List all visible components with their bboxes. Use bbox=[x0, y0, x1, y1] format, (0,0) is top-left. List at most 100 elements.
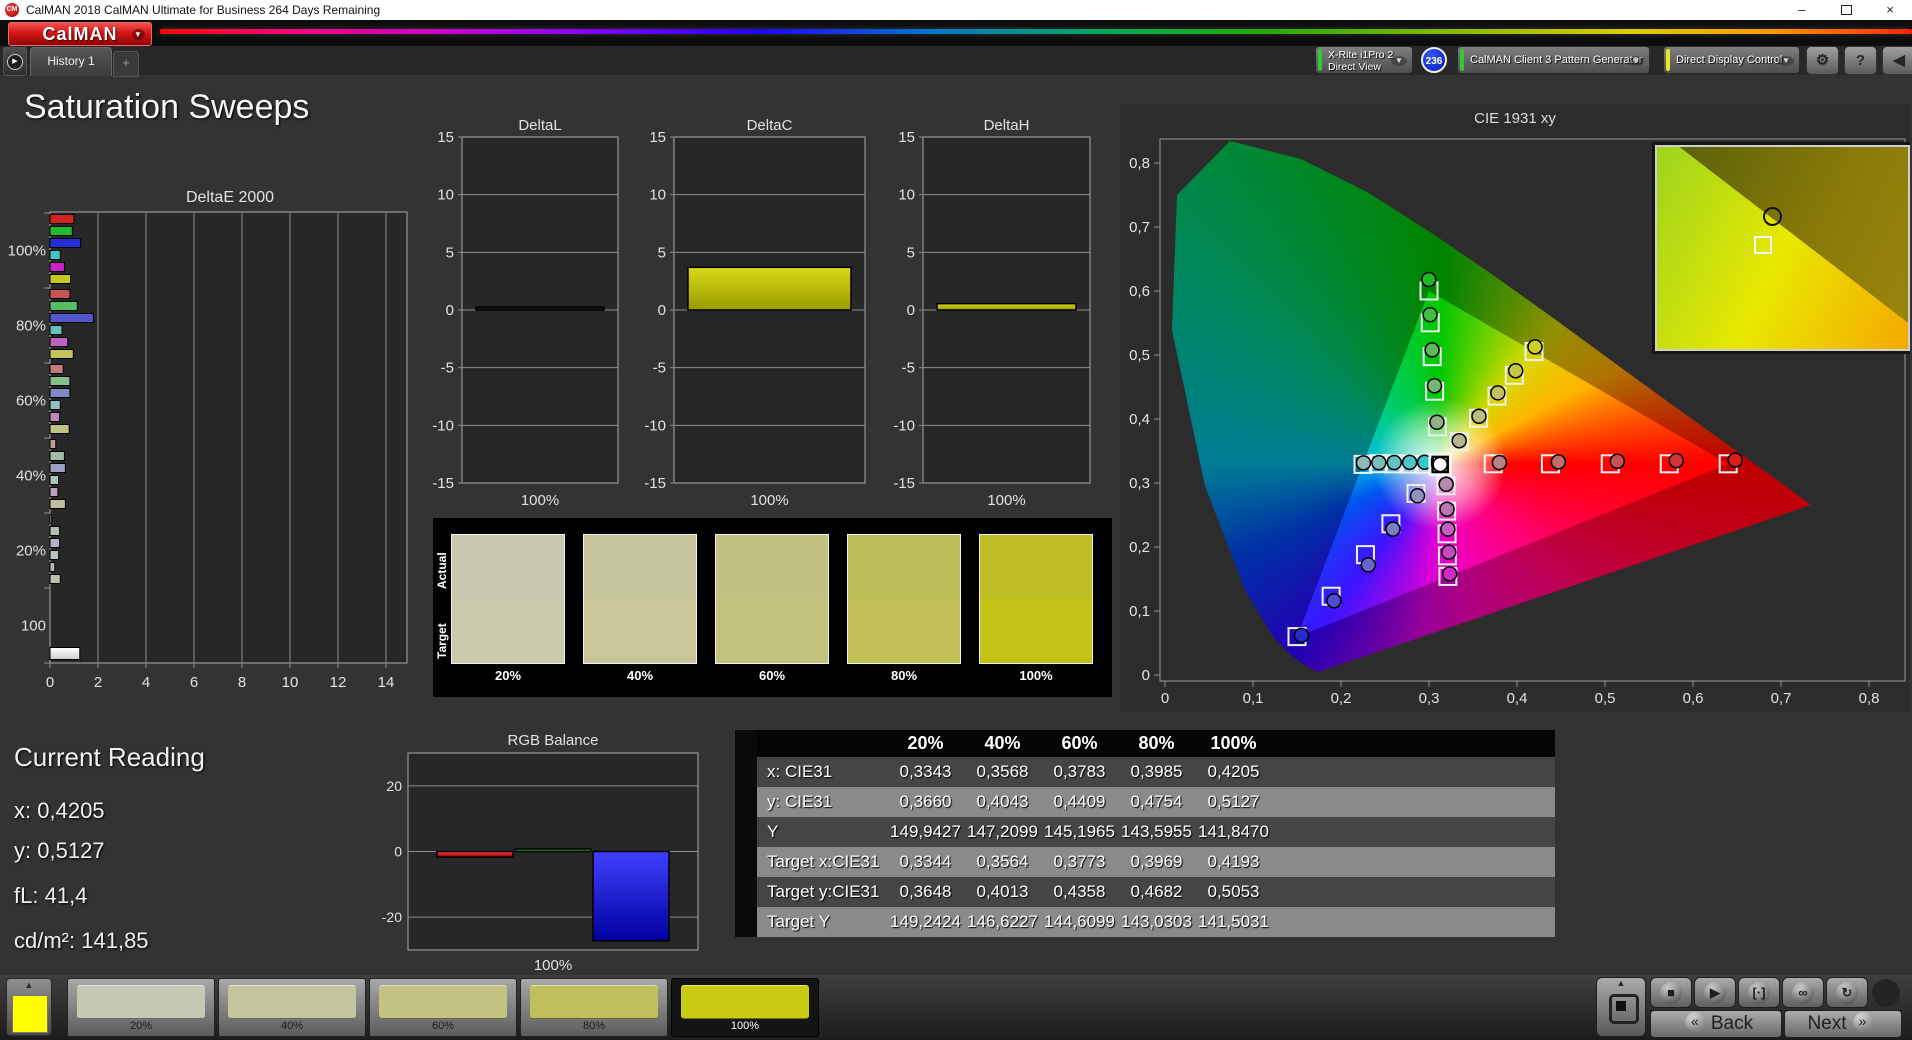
svg-text:80%: 80% bbox=[16, 318, 46, 335]
inset-measured-point bbox=[1763, 207, 1782, 226]
table-row: Target Y 149,2424 146,6227 144,6099 143,0303… bbox=[735, 907, 1555, 937]
swatch-level-label: 40% bbox=[626, 668, 654, 683]
pattern-indicator[interactable]: ▲ bbox=[6, 978, 52, 1036]
help-icon[interactable]: ? bbox=[1844, 46, 1877, 75]
svg-text:0,6: 0,6 bbox=[1683, 690, 1704, 707]
pattern-generator-name: CalMAN Client 3 Pattern Generator bbox=[1470, 54, 1643, 66]
tab-history-1[interactable]: History 1 bbox=[30, 47, 112, 76]
continuous-button[interactable]: ∞ bbox=[1782, 977, 1824, 1008]
gear-icon[interactable]: ⚙ bbox=[1806, 46, 1839, 75]
deltah-chart: DeltaH 15 10 5 0 -5 -10 -15 100% bbox=[893, 117, 1091, 509]
pattern-button-80%[interactable]: 80% bbox=[520, 978, 668, 1037]
row-label: Y bbox=[767, 822, 779, 841]
meter-dropdown[interactable]: X-Rite i1Pro 2 Direct View ▼ bbox=[1315, 46, 1413, 74]
display-control-dropdown[interactable]: Direct Display Control ▼ bbox=[1663, 46, 1800, 74]
pattern-window-toggle[interactable]: ▲ bbox=[1596, 977, 1646, 1037]
maximize-icon[interactable] bbox=[1824, 0, 1868, 20]
table-cell: 0,3344 bbox=[899, 852, 952, 871]
add-tab-button[interactable]: + bbox=[113, 51, 139, 77]
next-button[interactable]: Next» bbox=[1784, 1010, 1902, 1038]
tab-scroll-button[interactable]: ▶ bbox=[3, 47, 27, 76]
svg-text:10: 10 bbox=[282, 674, 299, 691]
svg-text:0,4: 0,4 bbox=[1129, 411, 1150, 428]
play-button[interactable]: ▶ bbox=[1694, 977, 1736, 1008]
svg-text:5: 5 bbox=[907, 244, 915, 261]
window-title: CalMAN 2018 CalMAN Ultimate for Business… bbox=[26, 3, 381, 17]
pattern-button-20%[interactable]: 20% bbox=[67, 978, 215, 1037]
swatch-60% bbox=[715, 534, 829, 664]
svg-text:0: 0 bbox=[1142, 667, 1150, 684]
svg-text:2: 2 bbox=[94, 674, 102, 691]
swatch-target bbox=[716, 599, 828, 663]
calman-logo-menu[interactable]: CalMAN ▼ bbox=[8, 22, 152, 46]
svg-text:0: 0 bbox=[907, 302, 915, 319]
svg-text:-15: -15 bbox=[432, 475, 454, 492]
swatch-actual bbox=[584, 535, 696, 599]
calman-app: CM CalMAN 2018 CalMAN Ultimate for Busin… bbox=[0, 0, 1912, 1040]
swatch-actual bbox=[716, 535, 828, 599]
display-control-name: Direct Display Control bbox=[1676, 54, 1783, 66]
swatch-level-label: 60% bbox=[758, 668, 786, 683]
table-cell: 0,3783 bbox=[1053, 762, 1106, 781]
table-cell: 0,3969 bbox=[1130, 852, 1183, 871]
stop-button[interactable]: ■ bbox=[1650, 977, 1692, 1008]
svg-text:100%: 100% bbox=[750, 492, 788, 509]
row-label: y: CIE31 bbox=[767, 792, 833, 811]
row-label: Target Y bbox=[767, 912, 831, 931]
meter-mode: Direct View bbox=[1328, 61, 1381, 73]
table-cell: 143,5955 bbox=[1121, 822, 1192, 841]
svg-text:-10: -10 bbox=[893, 417, 915, 434]
swatch-80% bbox=[847, 534, 961, 664]
table-cell: 0,3773 bbox=[1053, 852, 1106, 871]
reading-cdm2: cd/m²: 141,85 bbox=[14, 928, 149, 953]
chevron-down-icon: ▼ bbox=[1778, 56, 1794, 66]
pattern-generator-dropdown[interactable]: CalMAN Client 3 Pattern Generator ▼ bbox=[1457, 46, 1650, 74]
row-label: Target y:CIE31 bbox=[767, 882, 880, 901]
reading-x: x: 0,4205 bbox=[14, 798, 105, 823]
stop-icon bbox=[1609, 994, 1639, 1024]
table-cell: 0,3660 bbox=[899, 792, 952, 811]
column-header: 100% bbox=[1210, 733, 1257, 753]
svg-text:4: 4 bbox=[142, 674, 150, 691]
table-cell: 0,3564 bbox=[976, 852, 1029, 871]
chevron-up-icon: ▲ bbox=[1616, 978, 1626, 988]
table-cell: 0,4754 bbox=[1130, 792, 1183, 811]
back-button[interactable]: «Back bbox=[1650, 1010, 1782, 1038]
table-cell: 0,3648 bbox=[899, 882, 952, 901]
source-status-bar bbox=[1460, 49, 1464, 71]
svg-text:60%: 60% bbox=[16, 393, 46, 410]
svg-text:DeltaE 2000: DeltaE 2000 bbox=[186, 189, 274, 206]
meter-status-bar bbox=[1318, 49, 1322, 71]
pattern-button-100%[interactable]: 100% bbox=[671, 978, 819, 1037]
logo-text: CalMAN bbox=[42, 24, 118, 44]
column-header: 60% bbox=[1061, 733, 1098, 753]
pattern-window-button[interactable]: [·] bbox=[1738, 977, 1780, 1008]
pattern-window-icon: [·] bbox=[1748, 982, 1770, 1004]
table-cell: 0,3985 bbox=[1130, 762, 1183, 781]
collapse-panel-icon[interactable]: ◀ bbox=[1882, 46, 1912, 75]
pattern-button-60%[interactable]: 60% bbox=[369, 978, 517, 1037]
svg-text:0,1: 0,1 bbox=[1243, 690, 1264, 707]
swatch-level-label: 100% bbox=[1019, 668, 1053, 683]
svg-text:-5: -5 bbox=[653, 360, 666, 377]
target-row-label: Target bbox=[435, 623, 449, 659]
pattern-swatch bbox=[228, 985, 356, 1019]
pattern-button-40%[interactable]: 40% bbox=[218, 978, 366, 1037]
loop-button[interactable]: ↻ bbox=[1826, 977, 1868, 1008]
table-cell: 0,3343 bbox=[899, 762, 952, 781]
swatch-actual bbox=[452, 535, 564, 599]
swatch-actual bbox=[980, 535, 1092, 599]
svg-text:DeltaH: DeltaH bbox=[984, 117, 1030, 134]
table-cell: 149,2424 bbox=[890, 912, 961, 931]
minimize-icon[interactable]: – bbox=[1780, 0, 1824, 20]
svg-text:0,3: 0,3 bbox=[1129, 475, 1150, 492]
pattern-label: 60% bbox=[431, 1020, 455, 1032]
table-row: Y 149,9427 147,2099 145,1965 143,5955 141,847… bbox=[735, 817, 1555, 847]
bottom-toolbar: ▲ 20% 40% 60% 80% 100% ▲ ■ ▶ [·] ∞ ↻ «Back Next» bbox=[0, 975, 1912, 1040]
close-icon[interactable]: × bbox=[1868, 0, 1912, 20]
svg-text:10: 10 bbox=[898, 187, 915, 204]
table-cell: 0,4358 bbox=[1053, 882, 1106, 901]
inset-target-point bbox=[1754, 236, 1772, 254]
svg-text:0,6: 0,6 bbox=[1129, 283, 1150, 300]
svg-text:0,5: 0,5 bbox=[1595, 690, 1616, 707]
